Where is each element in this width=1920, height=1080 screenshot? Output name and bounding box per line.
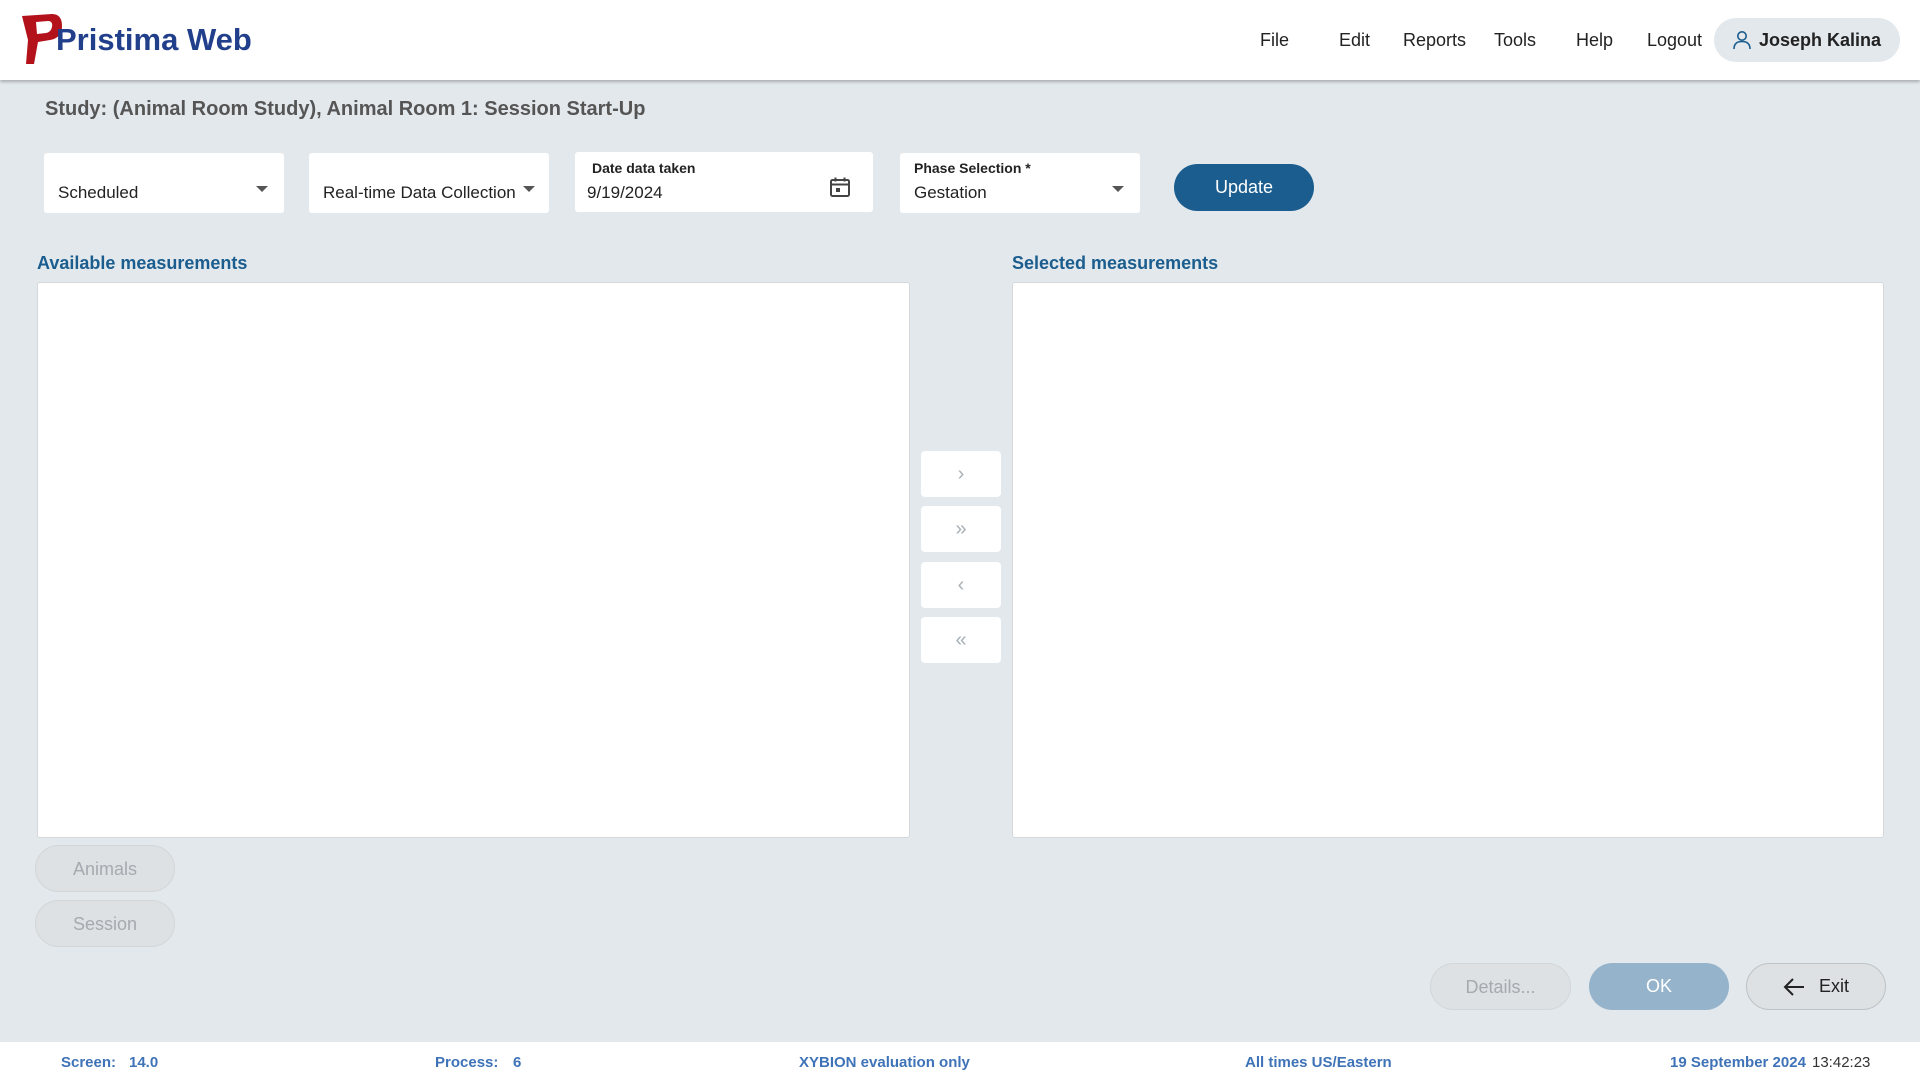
process-label: Process:	[435, 1054, 499, 1071]
screen-label: Screen:	[61, 1054, 117, 1071]
schedule-value: Scheduled	[58, 183, 139, 202]
update-button[interactable]: Update	[1174, 164, 1314, 211]
menu-file[interactable]: File	[1260, 18, 1289, 62]
move-all-right-button[interactable]: »	[921, 506, 1001, 552]
menu-edit[interactable]: Edit	[1339, 18, 1370, 62]
exit-label: Exit	[1818, 976, 1849, 996]
animals-button[interactable]: Animals	[35, 845, 175, 892]
collection-mode-dropdown[interactable]: Real-time Data Collection	[309, 153, 549, 213]
screen-value: 14.0	[129, 1054, 159, 1071]
user-menu-button[interactable]: Joseph Kalina	[1714, 18, 1900, 62]
user-icon	[1733, 31, 1751, 50]
menu-reports[interactable]: Reports	[1403, 18, 1466, 62]
status-bar: Screen: 14.0 Process: 6 XYBION evaluatio…	[0, 1042, 1920, 1080]
pristima-logo[interactable]: Pristima Web	[18, 12, 278, 68]
phase-selection-dropdown[interactable]: Phase Selection * Gestation	[900, 153, 1140, 213]
process-value: 6	[513, 1054, 522, 1071]
date-taken-value: 9/19/2024	[587, 183, 663, 202]
arrow-left-icon	[1783, 977, 1804, 996]
menu-help[interactable]: Help	[1576, 18, 1613, 62]
menu-tools[interactable]: Tools	[1494, 18, 1536, 62]
chevron-down-icon	[256, 186, 268, 192]
user-name: Joseph Kalina	[1759, 29, 1882, 50]
schedule-dropdown[interactable]: Scheduled	[44, 153, 284, 213]
chevron-down-icon	[1112, 186, 1124, 192]
chevron-right-icon: ›	[957, 462, 965, 485]
page-title: Study: (Animal Room Study), Animal Room …	[45, 98, 646, 120]
chevron-left-icon: ‹	[957, 573, 965, 596]
session-button[interactable]: Session	[35, 900, 175, 947]
selected-measurements-label: Selected measurements	[1012, 253, 1219, 273]
move-right-button[interactable]: ›	[921, 451, 1001, 497]
exit-button[interactable]: Exit	[1746, 963, 1886, 1010]
app-header: Pristima Web File Edit Reports Tools Hel…	[0, 0, 1920, 80]
available-measurements-label: Available measurements	[37, 253, 248, 273]
collection-value: Real-time Data Collection	[323, 183, 516, 202]
selected-measurements-list[interactable]	[1012, 282, 1884, 838]
date-taken-label: Date data taken	[592, 160, 696, 176]
move-all-left-button[interactable]: «	[921, 617, 1001, 663]
move-left-button[interactable]: ‹	[921, 562, 1001, 608]
calendar-icon[interactable]	[829, 176, 851, 203]
available-measurements-list[interactable]	[37, 282, 910, 838]
current-time: 13:42:23	[1812, 1054, 1871, 1071]
timezone-note: All times US/Eastern	[1245, 1054, 1392, 1071]
chevron-down-icon	[523, 186, 535, 192]
menu-logout[interactable]: Logout	[1647, 18, 1702, 62]
details-button[interactable]: Details...	[1430, 963, 1571, 1010]
ok-button[interactable]: OK	[1589, 963, 1729, 1010]
double-chevron-right-icon: »	[955, 517, 967, 540]
evaluation-notice: XYBION evaluation only	[799, 1054, 970, 1071]
logo-text: Pristima Web	[56, 22, 252, 57]
date-taken-field[interactable]: Date data taken 9/19/2024	[575, 152, 873, 212]
phase-selection-value: Gestation	[914, 183, 987, 202]
double-chevron-left-icon: «	[955, 628, 967, 651]
phase-selection-label: Phase Selection *	[914, 160, 1031, 176]
current-date: 19 September 2024	[1670, 1054, 1806, 1071]
